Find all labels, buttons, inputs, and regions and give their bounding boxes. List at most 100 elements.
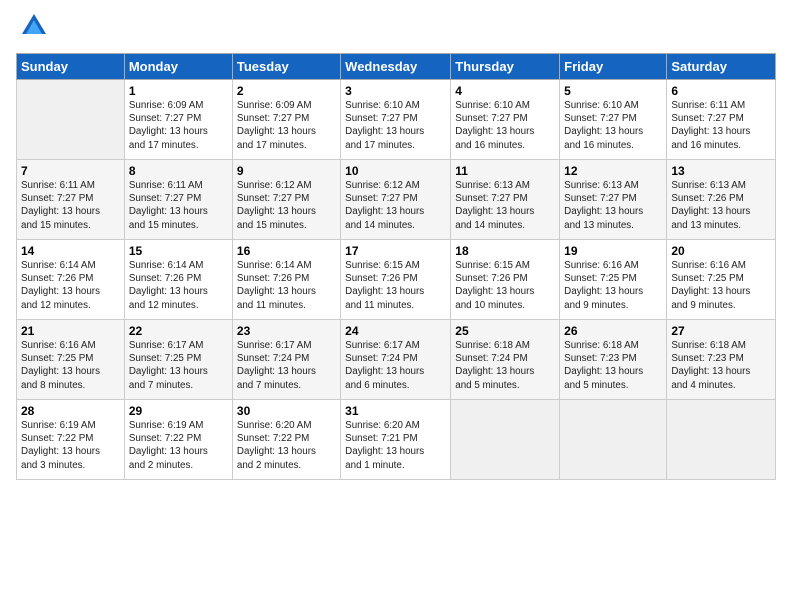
header <box>16 16 776 45</box>
day-info: Sunrise: 6:19 AMSunset: 7:22 PMDaylight:… <box>129 419 228 472</box>
week-row-4: 21Sunrise: 6:16 AMSunset: 7:25 PMDayligh… <box>17 320 776 400</box>
day-cell: 5Sunrise: 6:10 AMSunset: 7:27 PMDaylight… <box>560 80 667 160</box>
day-cell: 27Sunrise: 6:18 AMSunset: 7:23 PMDayligh… <box>667 320 776 400</box>
day-number: 6 <box>671 84 771 98</box>
day-number: 1 <box>129 84 228 98</box>
day-number: 22 <box>129 324 228 338</box>
day-cell: 3Sunrise: 6:10 AMSunset: 7:27 PMDaylight… <box>341 80 451 160</box>
day-cell: 17Sunrise: 6:15 AMSunset: 7:26 PMDayligh… <box>341 240 451 320</box>
day-info: Sunrise: 6:09 AMSunset: 7:27 PMDaylight:… <box>237 99 336 152</box>
day-info: Sunrise: 6:13 AMSunset: 7:27 PMDaylight:… <box>455 179 555 232</box>
main-container: SundayMondayTuesdayWednesdayThursdayFrid… <box>0 0 792 488</box>
day-cell <box>17 80 125 160</box>
day-info: Sunrise: 6:15 AMSunset: 7:26 PMDaylight:… <box>455 259 555 312</box>
day-cell: 28Sunrise: 6:19 AMSunset: 7:22 PMDayligh… <box>17 400 125 480</box>
week-row-5: 28Sunrise: 6:19 AMSunset: 7:22 PMDayligh… <box>17 400 776 480</box>
day-info: Sunrise: 6:09 AMSunset: 7:27 PMDaylight:… <box>129 99 228 152</box>
day-number: 25 <box>455 324 555 338</box>
day-number: 28 <box>21 404 120 418</box>
day-cell: 16Sunrise: 6:14 AMSunset: 7:26 PMDayligh… <box>232 240 340 320</box>
day-cell: 29Sunrise: 6:19 AMSunset: 7:22 PMDayligh… <box>124 400 232 480</box>
day-header-friday: Friday <box>560 54 667 80</box>
day-info: Sunrise: 6:13 AMSunset: 7:27 PMDaylight:… <box>564 179 662 232</box>
day-number: 13 <box>671 164 771 178</box>
day-info: Sunrise: 6:13 AMSunset: 7:26 PMDaylight:… <box>671 179 771 232</box>
day-cell: 9Sunrise: 6:12 AMSunset: 7:27 PMDaylight… <box>232 160 340 240</box>
day-number: 9 <box>237 164 336 178</box>
day-number: 21 <box>21 324 120 338</box>
day-header-monday: Monday <box>124 54 232 80</box>
day-info: Sunrise: 6:18 AMSunset: 7:23 PMDaylight:… <box>564 339 662 392</box>
day-number: 15 <box>129 244 228 258</box>
day-info: Sunrise: 6:14 AMSunset: 7:26 PMDaylight:… <box>237 259 336 312</box>
day-cell: 1Sunrise: 6:09 AMSunset: 7:27 PMDaylight… <box>124 80 232 160</box>
day-number: 19 <box>564 244 662 258</box>
day-info: Sunrise: 6:10 AMSunset: 7:27 PMDaylight:… <box>455 99 555 152</box>
day-cell: 31Sunrise: 6:20 AMSunset: 7:21 PMDayligh… <box>341 400 451 480</box>
day-header-saturday: Saturday <box>667 54 776 80</box>
day-number: 5 <box>564 84 662 98</box>
day-number: 12 <box>564 164 662 178</box>
day-cell: 18Sunrise: 6:15 AMSunset: 7:26 PMDayligh… <box>451 240 560 320</box>
day-number: 10 <box>345 164 446 178</box>
day-info: Sunrise: 6:17 AMSunset: 7:24 PMDaylight:… <box>345 339 446 392</box>
day-number: 7 <box>21 164 120 178</box>
week-row-1: 1Sunrise: 6:09 AMSunset: 7:27 PMDaylight… <box>17 80 776 160</box>
day-cell: 12Sunrise: 6:13 AMSunset: 7:27 PMDayligh… <box>560 160 667 240</box>
day-number: 29 <box>129 404 228 418</box>
day-number: 18 <box>455 244 555 258</box>
day-info: Sunrise: 6:16 AMSunset: 7:25 PMDaylight:… <box>21 339 120 392</box>
day-number: 17 <box>345 244 446 258</box>
day-number: 24 <box>345 324 446 338</box>
day-number: 23 <box>237 324 336 338</box>
day-cell: 26Sunrise: 6:18 AMSunset: 7:23 PMDayligh… <box>560 320 667 400</box>
day-header-wednesday: Wednesday <box>341 54 451 80</box>
day-info: Sunrise: 6:11 AMSunset: 7:27 PMDaylight:… <box>129 179 228 232</box>
day-cell: 7Sunrise: 6:11 AMSunset: 7:27 PMDaylight… <box>17 160 125 240</box>
day-info: Sunrise: 6:14 AMSunset: 7:26 PMDaylight:… <box>129 259 228 312</box>
day-cell: 14Sunrise: 6:14 AMSunset: 7:26 PMDayligh… <box>17 240 125 320</box>
day-info: Sunrise: 6:16 AMSunset: 7:25 PMDaylight:… <box>671 259 771 312</box>
day-cell <box>451 400 560 480</box>
day-info: Sunrise: 6:11 AMSunset: 7:27 PMDaylight:… <box>21 179 120 232</box>
day-cell: 21Sunrise: 6:16 AMSunset: 7:25 PMDayligh… <box>17 320 125 400</box>
day-info: Sunrise: 6:10 AMSunset: 7:27 PMDaylight:… <box>345 99 446 152</box>
day-info: Sunrise: 6:17 AMSunset: 7:24 PMDaylight:… <box>237 339 336 392</box>
day-number: 20 <box>671 244 771 258</box>
day-header-thursday: Thursday <box>451 54 560 80</box>
day-info: Sunrise: 6:18 AMSunset: 7:24 PMDaylight:… <box>455 339 555 392</box>
day-info: Sunrise: 6:10 AMSunset: 7:27 PMDaylight:… <box>564 99 662 152</box>
day-number: 11 <box>455 164 555 178</box>
day-info: Sunrise: 6:12 AMSunset: 7:27 PMDaylight:… <box>237 179 336 232</box>
day-cell: 10Sunrise: 6:12 AMSunset: 7:27 PMDayligh… <box>341 160 451 240</box>
day-info: Sunrise: 6:17 AMSunset: 7:25 PMDaylight:… <box>129 339 228 392</box>
day-info: Sunrise: 6:18 AMSunset: 7:23 PMDaylight:… <box>671 339 771 392</box>
day-cell: 8Sunrise: 6:11 AMSunset: 7:27 PMDaylight… <box>124 160 232 240</box>
day-info: Sunrise: 6:14 AMSunset: 7:26 PMDaylight:… <box>21 259 120 312</box>
day-number: 3 <box>345 84 446 98</box>
day-cell: 2Sunrise: 6:09 AMSunset: 7:27 PMDaylight… <box>232 80 340 160</box>
logo <box>16 16 48 45</box>
day-number: 4 <box>455 84 555 98</box>
day-info: Sunrise: 6:16 AMSunset: 7:25 PMDaylight:… <box>564 259 662 312</box>
day-info: Sunrise: 6:12 AMSunset: 7:27 PMDaylight:… <box>345 179 446 232</box>
day-info: Sunrise: 6:19 AMSunset: 7:22 PMDaylight:… <box>21 419 120 472</box>
day-number: 26 <box>564 324 662 338</box>
day-cell: 11Sunrise: 6:13 AMSunset: 7:27 PMDayligh… <box>451 160 560 240</box>
day-number: 31 <box>345 404 446 418</box>
week-row-2: 7Sunrise: 6:11 AMSunset: 7:27 PMDaylight… <box>17 160 776 240</box>
day-cell: 24Sunrise: 6:17 AMSunset: 7:24 PMDayligh… <box>341 320 451 400</box>
day-cell: 4Sunrise: 6:10 AMSunset: 7:27 PMDaylight… <box>451 80 560 160</box>
week-row-3: 14Sunrise: 6:14 AMSunset: 7:26 PMDayligh… <box>17 240 776 320</box>
day-number: 2 <box>237 84 336 98</box>
day-cell: 13Sunrise: 6:13 AMSunset: 7:26 PMDayligh… <box>667 160 776 240</box>
day-header-tuesday: Tuesday <box>232 54 340 80</box>
day-info: Sunrise: 6:20 AMSunset: 7:22 PMDaylight:… <box>237 419 336 472</box>
day-cell: 22Sunrise: 6:17 AMSunset: 7:25 PMDayligh… <box>124 320 232 400</box>
day-info: Sunrise: 6:20 AMSunset: 7:21 PMDaylight:… <box>345 419 446 472</box>
day-cell: 6Sunrise: 6:11 AMSunset: 7:27 PMDaylight… <box>667 80 776 160</box>
day-cell: 30Sunrise: 6:20 AMSunset: 7:22 PMDayligh… <box>232 400 340 480</box>
day-cell: 19Sunrise: 6:16 AMSunset: 7:25 PMDayligh… <box>560 240 667 320</box>
day-info: Sunrise: 6:11 AMSunset: 7:27 PMDaylight:… <box>671 99 771 152</box>
day-number: 8 <box>129 164 228 178</box>
